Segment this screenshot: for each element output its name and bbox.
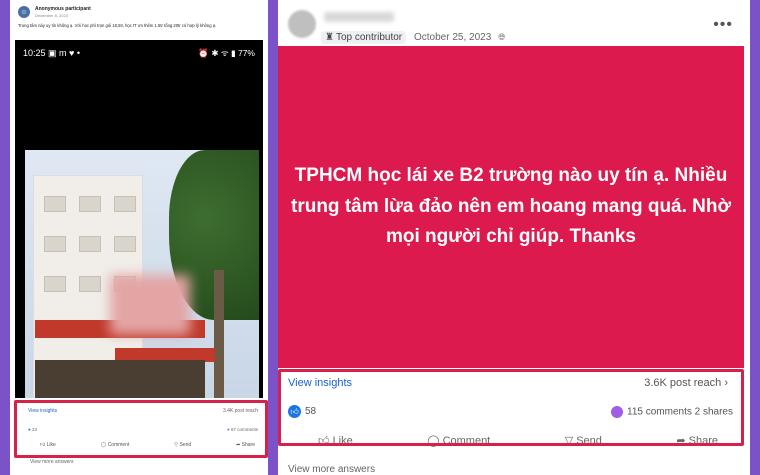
phone-status-icons-right: ⏰ ✱ ᯤ ▮ 77% <box>198 48 255 58</box>
badge-label: Top contributor <box>335 32 403 43</box>
left-highlight-box <box>14 400 268 458</box>
more-options-icon[interactable]: ••• <box>713 16 733 34</box>
phone-status-bar: 10:25 ▣ m ♥ • ⏰ ✱ ᯤ ▮ 77% <box>15 40 263 59</box>
left-author-name[interactable]: Anonymous participant <box>35 6 91 12</box>
phone-time: 10:25 <box>23 48 46 58</box>
right-highlight-box <box>278 369 744 446</box>
phone-status-icons-left: ▣ m ♥ • <box>48 48 81 58</box>
banner-text: TPHCM học lái xe B2 trường nào uy tín ạ.… <box>291 165 732 248</box>
top-contributor-badge: ♜ Top contributor <box>321 31 407 44</box>
left-post-text: Trung tâm này uy tín không ạ. Với học ph… <box>18 23 217 28</box>
anonymous-avatar: ☺ <box>18 6 30 18</box>
tree-trunk <box>214 270 224 398</box>
blurred-avatar[interactable] <box>288 10 316 38</box>
street-photo <box>25 150 259 398</box>
left-view-more-answers[interactable]: View more answers <box>30 459 74 465</box>
view-more-answers[interactable]: View more answers <box>288 464 375 475</box>
blurred-region <box>110 275 190 335</box>
left-post-header: ☺ Anonymous participant December 8, 2023 <box>10 0 268 20</box>
left-post-card: ☺ Anonymous participant December 8, 2023… <box>10 0 268 475</box>
contributor-badge-icon: ♜ <box>325 32 334 43</box>
right-post-date[interactable]: October 25, 2023 🌐︎ <box>414 32 505 43</box>
right-post-date-text: October 25, 2023 <box>414 32 492 43</box>
blurred-author-name[interactable] <box>324 12 394 22</box>
left-post-date[interactable]: December 8, 2023 <box>35 13 91 18</box>
right-post-header: ♜ Top contributor October 25, 2023 🌐︎ ••• <box>288 8 743 44</box>
right-post-card: ♜ Top contributor October 25, 2023 🌐︎ •••… <box>278 0 750 475</box>
phone-screenshot-image[interactable]: 10:25 ▣ m ♥ • ⏰ ✱ ᯤ ▮ 77% <box>15 40 263 398</box>
storefront <box>35 360 205 398</box>
globe-icon: 🌐︎ <box>498 32 506 42</box>
post-text-banner: TPHCM học lái xe B2 trường nào uy tín ạ.… <box>278 46 744 368</box>
